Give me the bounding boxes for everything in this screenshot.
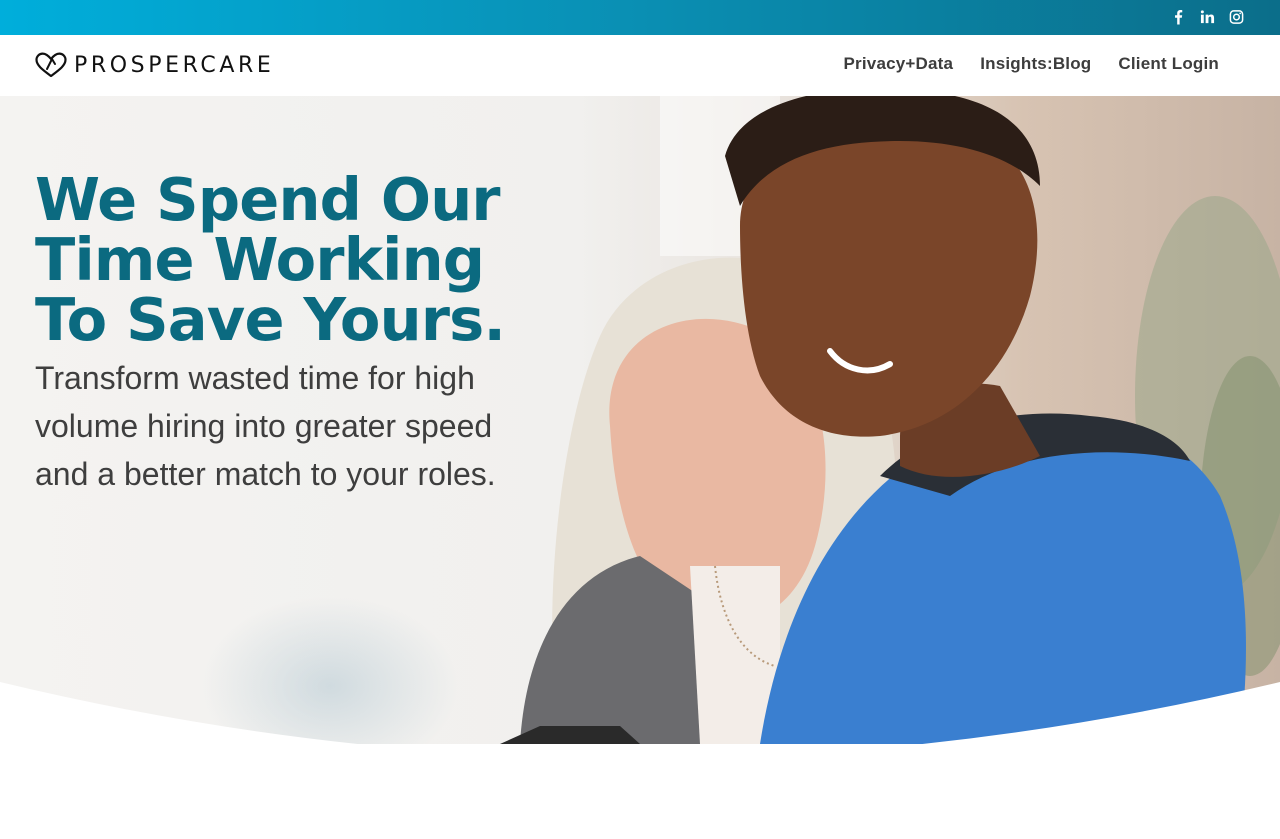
facebook-icon[interactable] (1171, 9, 1186, 25)
instagram-icon[interactable] (1229, 9, 1244, 25)
heart-logo-icon (35, 52, 67, 78)
main-nav: Privacy+Data Insights:Blog Client Login (844, 54, 1219, 74)
linkedin-icon[interactable] (1200, 9, 1215, 25)
nav-link-privacy-data[interactable]: Privacy+Data (844, 54, 954, 74)
site-header: PROSPERCARE Privacy+Data Insights:Blog C… (0, 35, 1280, 96)
hero-headline: We Spend Our Time Working To Save Yours. (35, 165, 506, 354)
social-links (1171, 9, 1244, 25)
nav-link-insights-blog[interactable]: Insights:Blog (980, 54, 1091, 74)
hero-section: We Spend Our Time Working To Save Yours.… (0, 96, 1280, 744)
logo-text: PROSPERCARE (74, 52, 275, 78)
logo[interactable]: PROSPERCARE (34, 51, 274, 79)
top-bar (0, 0, 1280, 35)
nav-link-client-login[interactable]: Client Login (1118, 54, 1219, 74)
hero-subheadline: Transform wasted time for high volume hi… (35, 360, 496, 492)
